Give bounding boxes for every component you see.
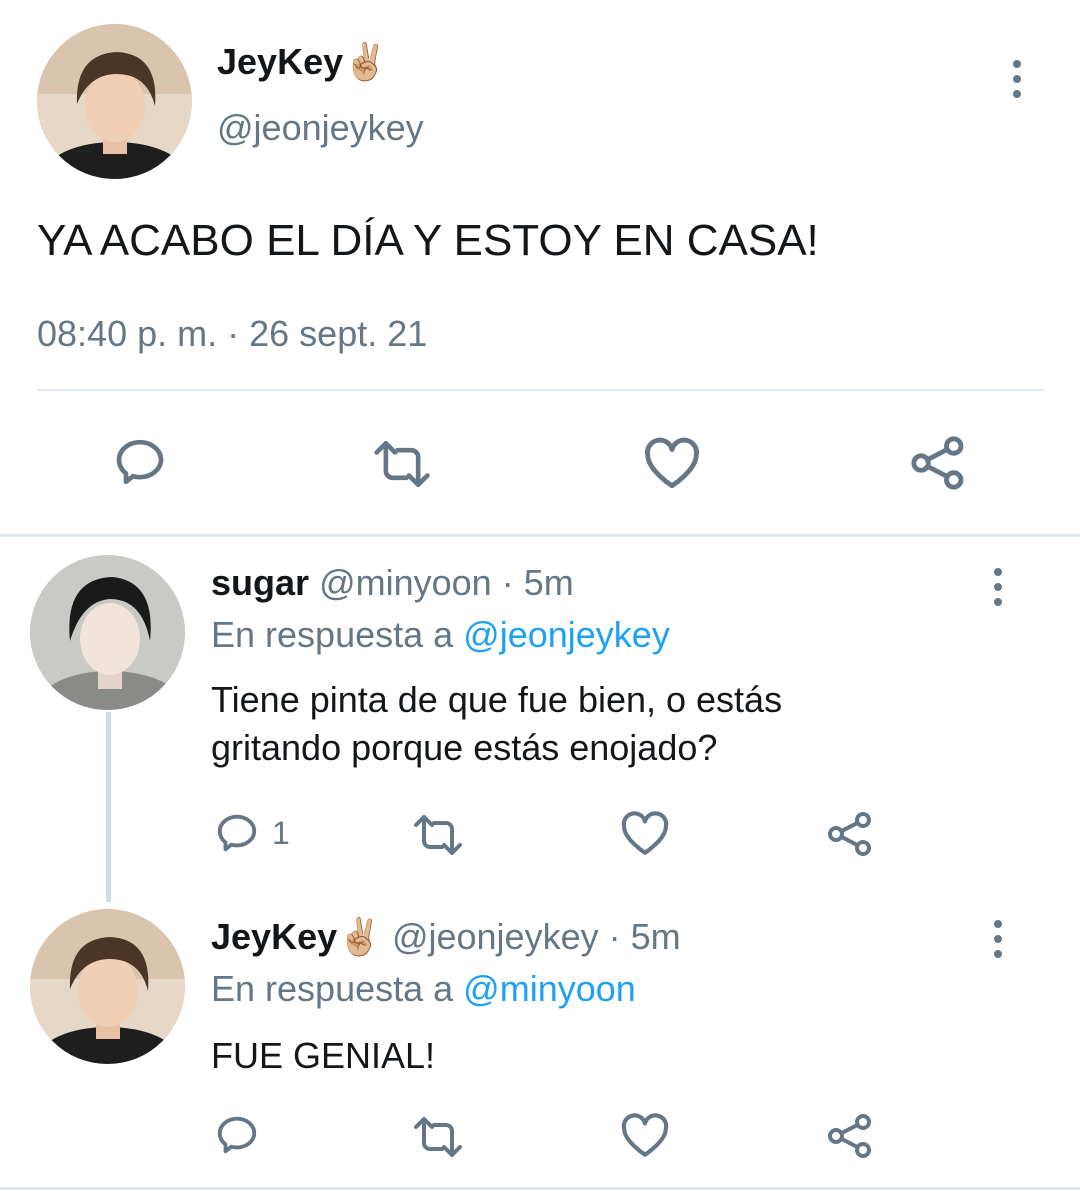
more-options-icon[interactable] [1005,60,1029,98]
reply1-header: sugar @minyoon · 5m [211,560,574,606]
main-date: 26 sept. 21 [249,313,428,354]
section-divider [0,534,1080,537]
main-time: 08:40 p. m. [37,313,218,354]
reply-prefix: En respuesta a [211,968,454,1009]
like-icon[interactable] [620,1113,670,1159]
separator: · [227,313,240,354]
reply1-text-line1: Tiene pinta de que fue bien, o estás [211,679,783,720]
share-icon[interactable] [909,434,967,492]
more-options-icon[interactable] [986,920,1010,958]
reply-icon[interactable] [214,1112,260,1158]
peace-emoji-icon: ✌🏼 [343,41,388,82]
reply1-age: 5m [523,562,574,603]
retweet-icon[interactable] [412,1115,464,1159]
display-name-text: JeyKey [217,41,344,82]
reply2-context: En respuesta a @minyoon [211,966,636,1012]
share-icon[interactable] [826,810,874,858]
retweet-icon[interactable] [412,813,464,857]
reply-icon[interactable] [214,810,260,856]
main-display-name: JeyKey✌🏼 [217,40,388,84]
separator: · [608,916,621,957]
reply-icon[interactable] [112,434,168,490]
thread-line [106,712,111,902]
avatar-jeykey[interactable] [30,909,185,1064]
more-options-icon[interactable] [986,568,1010,606]
reply-to-link[interactable]: @minyoon [463,968,636,1009]
reply2-age: 5m [630,916,681,957]
reply2-handle[interactable]: @jeonjeykey [392,916,599,957]
bottom-divider [0,1187,1080,1190]
main-tweet-text: YA ACABO EL DÍA Y ESTOY EN CASA! [37,216,819,265]
peace-emoji-icon: ✌🏼 [337,916,382,957]
avatar-jeykey[interactable] [37,24,192,179]
reply1-text-line2: gritando porque estás enojado? [211,727,718,768]
reply-to-link[interactable]: @jeonjeykey [463,614,670,655]
reply2-header: JeyKey✌🏼 @jeonjeykey · 5m [211,914,681,960]
like-icon[interactable] [620,811,670,857]
reply1-context: En respuesta a @jeonjeykey [211,612,670,658]
reply2-text: FUE GENIAL! [211,1035,436,1076]
share-icon[interactable] [826,1112,874,1160]
reply1-display-name[interactable]: sugar [211,562,309,603]
divider [37,389,1044,391]
reply1-handle[interactable]: @minyoon [319,562,492,603]
reply1-text: Tiene pinta de que fue bien, o estás gri… [211,676,782,772]
like-icon[interactable] [643,437,701,491]
main-handle[interactable]: @jeonjeykey [217,106,424,150]
reply-prefix: En respuesta a [211,614,454,655]
reply2-display-name[interactable]: JeyKey [211,916,337,957]
separator: · [501,562,514,603]
main-timestamp: 08:40 p. m. · 26 sept. 21 [37,312,427,356]
avatar-sugar[interactable] [30,555,185,710]
retweet-icon[interactable] [372,438,432,490]
reply-count: 1 [272,815,290,851]
